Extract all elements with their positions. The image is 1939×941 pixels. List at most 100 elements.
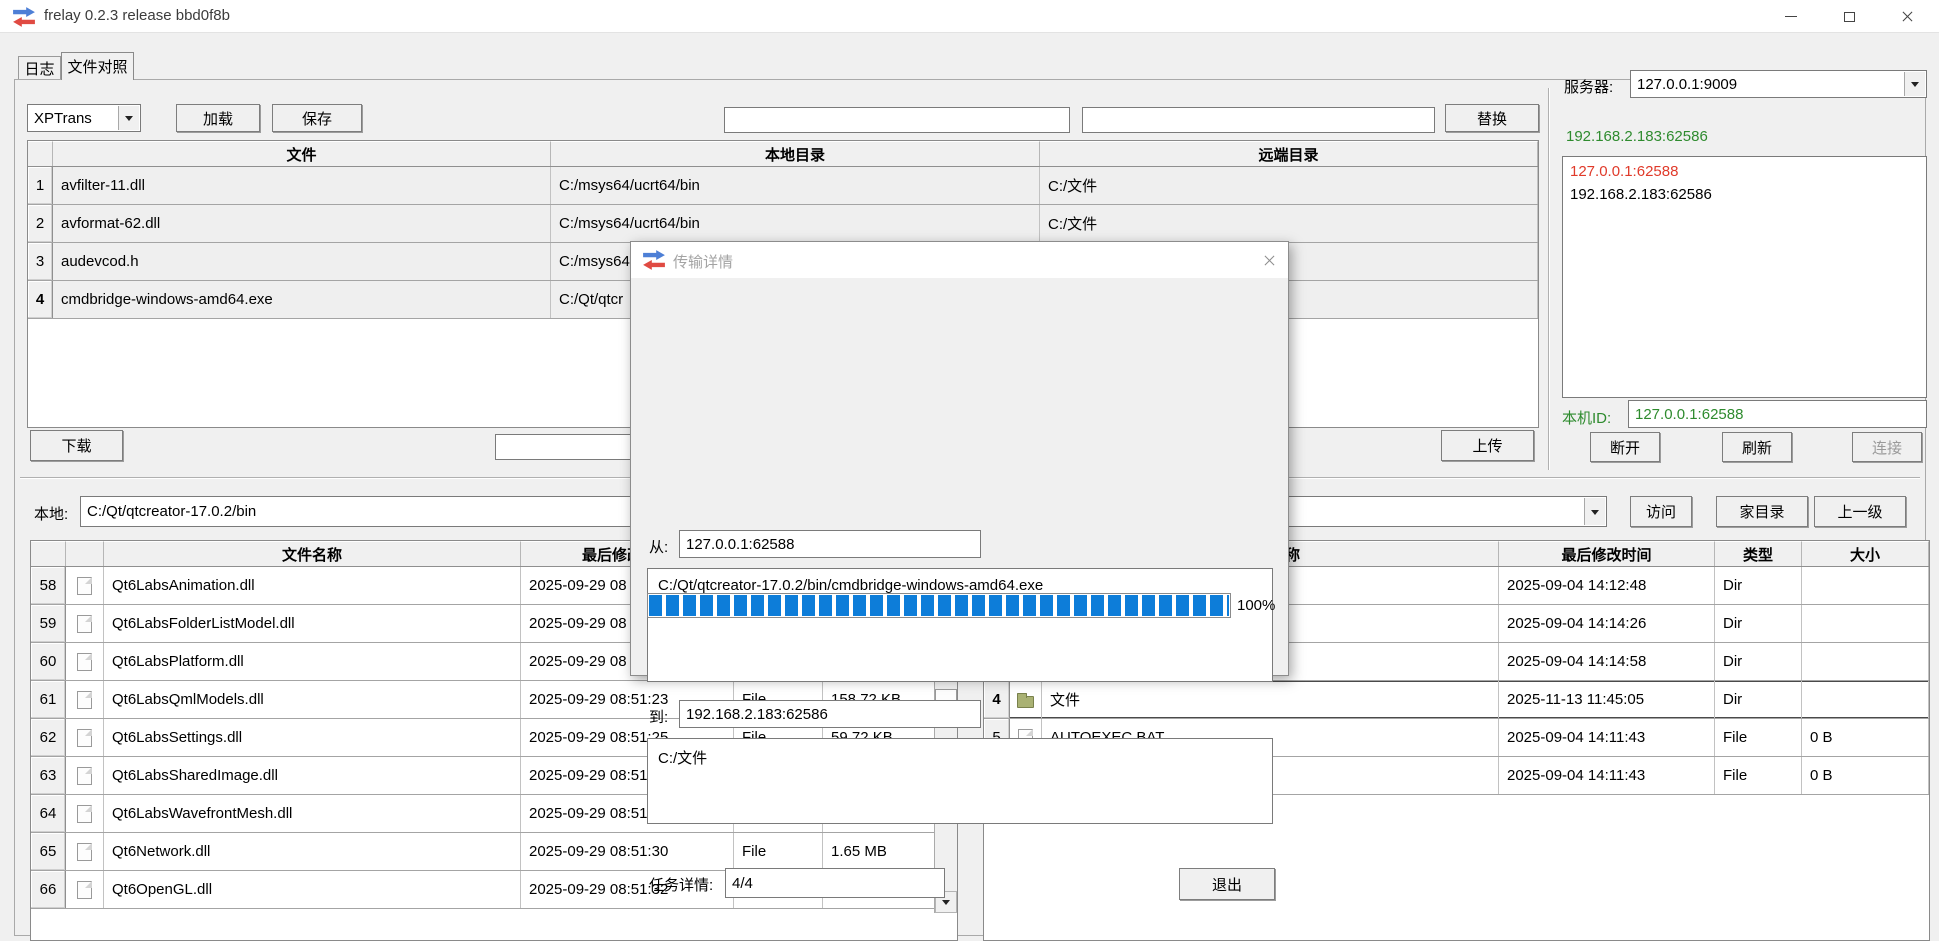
minimize-button[interactable]: [1768, 0, 1814, 33]
local-file-row[interactable]: 65Qt6Network.dll2025-09-29 08:51:30File1…: [31, 833, 935, 871]
cell-name: Qt6LabsQmlModels.dll: [104, 681, 521, 718]
cell-icon: [66, 871, 104, 908]
server-value: 127.0.0.1:9009: [1637, 76, 1737, 93]
header-modified[interactable]: 最后修改时间: [1499, 541, 1715, 566]
chevron-down-icon[interactable]: [1904, 72, 1925, 96]
cell-num: 60: [31, 643, 66, 680]
header-file[interactable]: 文件: [53, 141, 551, 166]
chevron-down-icon[interactable]: [1584, 498, 1605, 525]
cell-name: Qt6LabsPlatform.dll: [104, 643, 521, 680]
cell-file: avformat-62.dll: [53, 205, 551, 242]
connect-button[interactable]: 连接: [1852, 432, 1922, 462]
cell-modified: 2025-09-04 14:14:26: [1499, 605, 1715, 642]
download-button[interactable]: 下载: [30, 430, 123, 461]
cell-modified: 2025-09-04 14:11:43: [1499, 757, 1715, 794]
cell-size: [1802, 605, 1929, 642]
cell-type: Dir: [1715, 605, 1802, 642]
corner-header-cell[interactable]: [28, 141, 53, 166]
cell-name: Qt6LabsFolderListModel.dll: [104, 605, 521, 642]
refresh-button[interactable]: 刷新: [1722, 432, 1792, 462]
tab-file-compare[interactable]: 文件对照: [61, 52, 134, 80]
profile-combobox[interactable]: XPTrans: [27, 104, 141, 132]
home-dir-button[interactable]: 家目录: [1716, 496, 1808, 527]
cell-modified: 2025-09-29 08:51:30: [521, 833, 734, 870]
cell-icon: [66, 643, 104, 680]
to-label: 到:: [649, 706, 668, 727]
upload-button[interactable]: 上传: [1441, 430, 1534, 461]
compare-row[interactable]: 2avformat-62.dllC:/msys64/ucrt64/binC:/文…: [28, 205, 1538, 243]
icon-header-cell[interactable]: [66, 541, 104, 566]
cell-size: [1802, 567, 1929, 604]
cell-icon: [66, 719, 104, 756]
maximize-button[interactable]: [1826, 0, 1872, 33]
cell-modified: 2025-11-13 11:45:05: [1499, 681, 1715, 718]
from-address-input[interactable]: 127.0.0.1:62588: [679, 530, 981, 558]
server-combobox[interactable]: 127.0.0.1:9009: [1630, 70, 1927, 98]
up-level-button[interactable]: 上一级: [1814, 496, 1906, 527]
cell-size: [1802, 643, 1929, 680]
exit-button[interactable]: 退出: [1179, 868, 1275, 900]
cell-num: 65: [31, 833, 66, 870]
close-button[interactable]: [1884, 0, 1930, 33]
cell-name: Qt6OpenGL.dll: [104, 871, 521, 908]
cell-local: C:/msys64/ucrt64/bin: [551, 167, 1040, 204]
cell-type: Dir: [1715, 681, 1802, 718]
file-icon: [77, 843, 92, 861]
cell-name: 文件: [1042, 681, 1499, 718]
header-size[interactable]: 大小: [1802, 541, 1929, 566]
cell-num: 63: [31, 757, 66, 794]
file-icon: [77, 767, 92, 785]
cell-size: 0 B: [1802, 719, 1929, 756]
from-path-textarea[interactable]: C:/Qt/qtcreator-17.0.2/bin/cmdbridge-win…: [647, 568, 1273, 682]
dialog-titlebar[interactable]: 传输详情: [631, 242, 1288, 278]
to-address-input[interactable]: 192.168.2.183:62586: [679, 700, 981, 728]
save-button[interactable]: 保存: [272, 104, 362, 132]
cell-size: 0 B: [1802, 757, 1929, 794]
vertical-separator: [1548, 88, 1550, 470]
header-type[interactable]: 类型: [1715, 541, 1802, 566]
cell-icon: [66, 757, 104, 794]
find-input[interactable]: [724, 107, 1070, 133]
remote-file-row[interactable]: 4文件2025-11-13 11:45:05Dir: [984, 681, 1929, 719]
server-label: 服务器:: [1564, 76, 1613, 97]
cell-type: Dir: [1715, 643, 1802, 680]
cell-num: 3: [28, 243, 53, 280]
file-icon: [77, 615, 92, 633]
cell-modified: 2025-09-04 14:11:43: [1499, 719, 1715, 756]
cell-local: C:/msys64/ucrt64/bin: [551, 205, 1040, 242]
cell-size: [1802, 681, 1929, 718]
header-local-dir[interactable]: 本地目录: [551, 141, 1040, 166]
replace-button[interactable]: 替换: [1445, 104, 1539, 132]
cell-modified: 2025-09-04 14:12:48: [1499, 567, 1715, 604]
cell-type: File: [1715, 757, 1802, 794]
compare-row[interactable]: 1avfilter-11.dllC:/msys64/ucrt64/binC:/文…: [28, 167, 1538, 205]
client-list-item[interactable]: 192.168.2.183:62586: [1563, 183, 1926, 206]
to-path-textarea[interactable]: C:/文件: [647, 738, 1273, 824]
header-remote-dir[interactable]: 远端目录: [1040, 141, 1538, 166]
cell-type: File: [1715, 719, 1802, 756]
tab-log[interactable]: 日志: [18, 56, 61, 79]
visit-button[interactable]: 访问: [1630, 496, 1692, 527]
load-button[interactable]: 加载: [176, 104, 260, 132]
local-id-label: 本机ID:: [1562, 407, 1611, 428]
header-file-name[interactable]: 文件名称: [104, 541, 521, 566]
cell-num: 59: [31, 605, 66, 642]
window-title: frelay 0.2.3 release bbd0f8b: [44, 7, 230, 24]
cell-remote: C:/文件: [1040, 205, 1538, 242]
disconnect-button[interactable]: 断开: [1590, 432, 1660, 462]
corner-header-cell[interactable]: [31, 541, 66, 566]
cell-text: 127.0.0.1:62588: [1570, 163, 1678, 180]
local-path-label: 本地:: [34, 503, 68, 524]
client-list-item[interactable]: 127.0.0.1:62588: [1563, 160, 1926, 183]
progress-percent: 100%: [1237, 597, 1275, 614]
cell-icon: [66, 795, 104, 832]
task-detail-input[interactable]: 4/4: [725, 868, 945, 898]
cell-num: 61: [31, 681, 66, 718]
replace-input[interactable]: [1082, 107, 1435, 133]
client-listbox[interactable]: 127.0.0.1:62588 192.168.2.183:62586: [1562, 156, 1927, 398]
chevron-down-icon[interactable]: [118, 106, 139, 130]
cell-name: Qt6LabsAnimation.dll: [104, 567, 521, 604]
task-detail-label: 任务详情:: [649, 874, 713, 895]
dialog-close-button[interactable]: [1261, 252, 1278, 269]
file-icon: [77, 881, 92, 899]
